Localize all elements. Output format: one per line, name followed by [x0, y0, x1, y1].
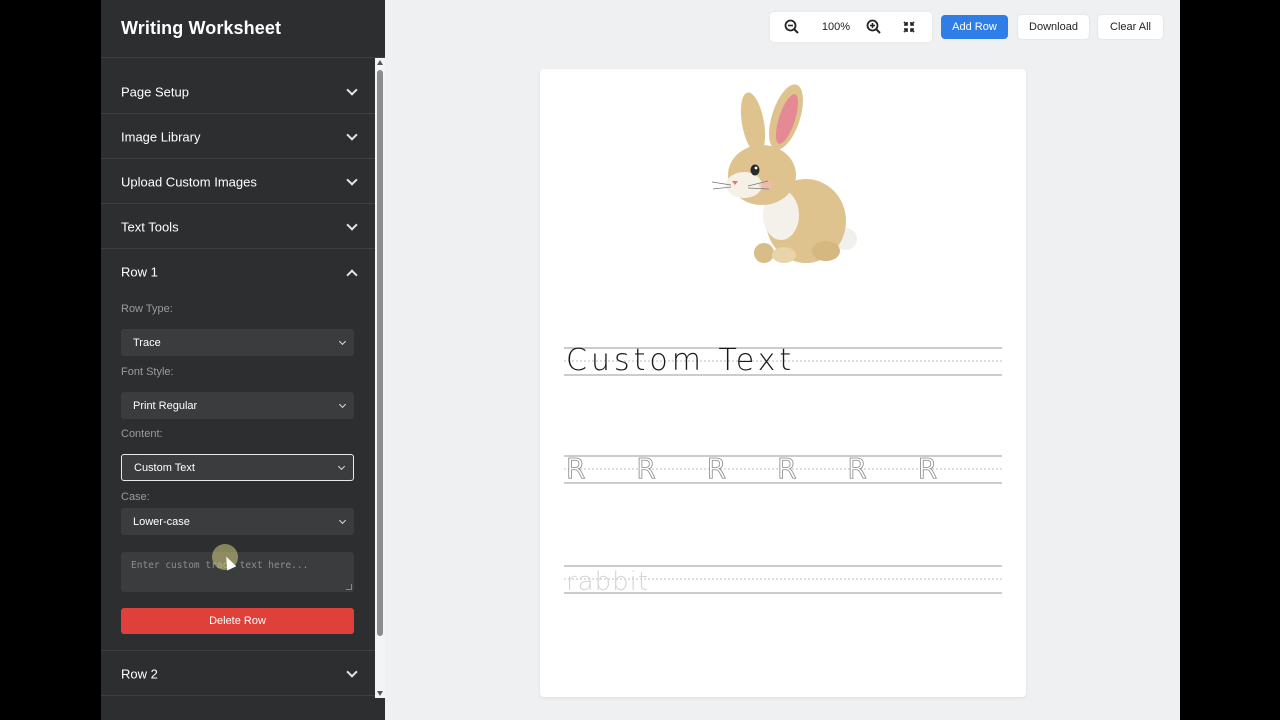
worksheet-row-2-text[interactable]: R R R R R R	[566, 452, 938, 486]
scroll-up-icon[interactable]	[377, 60, 383, 65]
section-image-library[interactable]: Image Library	[101, 114, 375, 159]
select-value: Lower-case	[133, 515, 190, 528]
row-type-label: Row Type:	[121, 303, 173, 315]
worksheet-row-1-text[interactable]: Custom Text	[566, 343, 795, 378]
delete-row-button[interactable]: Delete Row	[121, 608, 354, 634]
chevron-down-icon	[337, 462, 346, 470]
section-label: Page Setup	[121, 84, 189, 99]
worksheet-page: Custom Text R R R R R R rabbit	[540, 69, 1026, 697]
case-label: Case:	[121, 491, 150, 503]
content-select[interactable]: Custom Text	[121, 454, 354, 481]
title-divider	[101, 57, 385, 58]
sidebar-scrollbar[interactable]	[375, 58, 385, 698]
section-label: Image Library	[121, 129, 201, 144]
section-row-1[interactable]: Row 1	[101, 249, 375, 294]
chevron-up-icon	[346, 268, 358, 281]
clear-all-button[interactable]: Clear All	[1098, 15, 1163, 39]
sidebar-title: Writing Worksheet	[121, 18, 282, 38]
section-upload-custom-images[interactable]: Upload Custom Images	[101, 159, 375, 204]
chevron-down-icon	[338, 516, 347, 524]
case-select[interactable]: Lower-case	[121, 508, 354, 535]
section-label: Text Tools	[121, 219, 179, 234]
zoom-in-icon[interactable]	[864, 17, 884, 37]
chevron-down-icon	[346, 83, 358, 96]
section-label: Upload Custom Images	[121, 174, 257, 189]
font-style-select[interactable]: Print Regular	[121, 392, 354, 419]
scrollbar-thumb[interactable]	[377, 70, 383, 636]
chevron-down-icon	[346, 128, 358, 141]
zoom-level: 100%	[821, 21, 851, 33]
section-text-tools[interactable]: Text Tools	[101, 204, 375, 249]
divider	[101, 695, 375, 696]
worksheet-row-3-text[interactable]: rabbit	[566, 567, 649, 597]
zoom-out-icon[interactable]	[782, 17, 802, 37]
row-type-select[interactable]: Trace	[121, 329, 354, 356]
rabbit-illustration[interactable]	[706, 83, 866, 265]
section-label: Row 1	[121, 264, 158, 279]
download-button[interactable]: Download	[1018, 15, 1089, 39]
add-row-button[interactable]: Add Row	[941, 15, 1008, 39]
content-label: Content:	[121, 428, 163, 440]
chevron-down-icon	[346, 665, 358, 678]
select-value: Print Regular	[133, 399, 198, 412]
resize-grip-icon[interactable]	[346, 584, 352, 590]
chevron-down-icon	[346, 173, 358, 186]
chevron-down-icon	[338, 400, 347, 408]
section-page-setup[interactable]: Page Setup	[101, 69, 375, 114]
zoom-controls: 100%	[770, 12, 932, 42]
sidebar: Writing Worksheet Page Setup Image Libra…	[101, 0, 385, 720]
scroll-down-icon[interactable]	[377, 691, 383, 696]
font-style-label: Font Style:	[121, 366, 174, 378]
chevron-down-icon	[346, 218, 358, 231]
select-value: Custom Text	[134, 461, 195, 474]
chevron-down-icon	[338, 337, 347, 345]
section-row-2[interactable]: Row 2	[101, 651, 375, 696]
section-label: Row 2	[121, 666, 158, 681]
app-window: Writing Worksheet Page Setup Image Libra…	[101, 0, 1180, 720]
fit-screen-icon[interactable]	[899, 17, 919, 37]
select-value: Trace	[133, 336, 161, 349]
